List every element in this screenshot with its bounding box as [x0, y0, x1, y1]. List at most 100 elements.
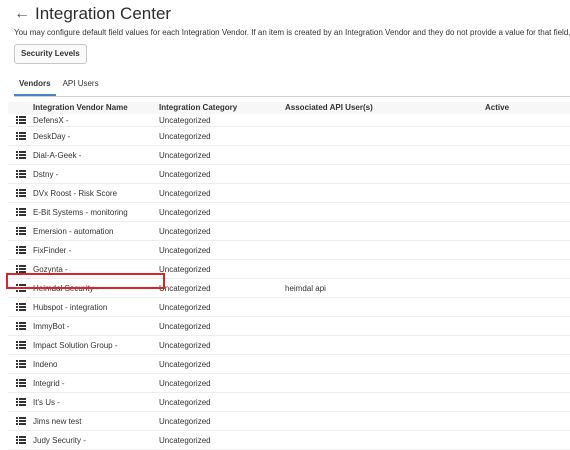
back-arrow-icon[interactable]: ←: [14, 3, 32, 25]
category-cell: Uncategorized: [159, 435, 211, 445]
tab-vendors[interactable]: Vendors: [14, 76, 56, 96]
table-row[interactable]: Emersion - automation Uncategorized: [8, 222, 570, 241]
row-icon-cell[interactable]: [8, 227, 33, 235]
table-row[interactable]: Judy Security - Uncategorized: [8, 431, 570, 450]
vendor-name-cell: Jims new test: [33, 416, 82, 426]
vendor-name-cell: FixFinder -: [33, 245, 72, 255]
table-row[interactable]: Hubspot - integration Uncategorized: [8, 298, 570, 317]
vendor-name-cell: DVx Roost - Risk Score: [33, 188, 118, 198]
row-icon-cell[interactable]: [8, 265, 33, 273]
security-levels-button[interactable]: Security Levels: [14, 44, 87, 64]
category-cell: Uncategorized: [159, 245, 211, 255]
row-icon-cell[interactable]: [8, 379, 33, 387]
list-icon[interactable]: [15, 151, 26, 159]
list-icon[interactable]: [15, 170, 26, 178]
category-cell: Uncategorized: [159, 340, 211, 350]
category-cell: Uncategorized: [159, 264, 211, 274]
list-icon[interactable]: [15, 208, 26, 216]
list-icon[interactable]: [15, 360, 26, 368]
column-header-api-users[interactable]: Associated API User(s): [285, 102, 485, 114]
page-title: Integration Center: [35, 4, 172, 23]
row-icon-cell[interactable]: [8, 398, 33, 406]
api-user-cell: heimdal api: [285, 283, 326, 293]
table-row[interactable]: ImmyBot - Uncategorized: [8, 317, 570, 336]
table-row[interactable]: Gozynta - Uncategorized: [8, 260, 570, 279]
table-header: Integration Vendor Name Integration Cate…: [8, 102, 570, 114]
list-icon[interactable]: [15, 227, 26, 235]
tab-api-users[interactable]: API Users: [58, 76, 104, 95]
table-row[interactable]: It's Us - Uncategorized: [8, 393, 570, 412]
column-header-vendor-name[interactable]: Integration Vendor Name: [33, 102, 159, 114]
list-icon[interactable]: [15, 116, 26, 124]
category-cell: Uncategorized: [159, 321, 211, 331]
vendors-table: Integration Vendor Name Integration Cate…: [8, 102, 570, 450]
row-icon-cell[interactable]: [8, 436, 33, 444]
column-header-category[interactable]: Integration Category: [159, 102, 285, 114]
category-cell: Uncategorized: [159, 397, 211, 407]
category-cell: Uncategorized: [159, 226, 211, 236]
table-row[interactable]: DVx Roost - Risk Score Uncategorized: [8, 184, 570, 203]
category-cell: Uncategorized: [159, 378, 211, 388]
table-row[interactable]: DefensX - Uncategorized: [8, 114, 570, 127]
list-icon[interactable]: [15, 398, 26, 406]
vendor-name-cell: Hubspot - integration: [33, 302, 108, 312]
row-icon-cell[interactable]: [8, 151, 33, 159]
column-header-active[interactable]: Active: [485, 102, 565, 114]
table-row[interactable]: Dstny - Uncategorized: [8, 165, 570, 184]
list-icon[interactable]: [15, 189, 26, 197]
row-icon-cell[interactable]: [8, 116, 33, 124]
category-cell: Uncategorized: [159, 131, 211, 141]
vendor-name-cell: DefensX -: [33, 115, 69, 125]
table-row[interactable]: Integrid - Uncategorized: [8, 374, 570, 393]
vendor-name-cell: Heimdal Security -: [33, 283, 99, 293]
list-icon[interactable]: [15, 379, 26, 387]
row-icon-cell[interactable]: [8, 322, 33, 330]
list-icon[interactable]: [15, 265, 26, 273]
table-row[interactable]: Heimdal Security - Uncategorized heimdal a…: [8, 279, 570, 298]
category-cell: Uncategorized: [159, 359, 211, 369]
vendor-name-cell: Integrid -: [33, 378, 65, 388]
row-icon-cell[interactable]: [8, 132, 33, 140]
page-header: ← Integration Center: [14, 3, 171, 25]
list-icon[interactable]: [15, 322, 26, 330]
table-row[interactable]: Dial-A-Geek - Uncategorized: [8, 146, 570, 165]
list-icon[interactable]: [15, 132, 26, 140]
table-row[interactable]: Indeno Uncategorized: [8, 355, 570, 374]
row-icon-cell[interactable]: [8, 417, 33, 425]
vendor-name-cell: Dstny -: [33, 169, 59, 179]
table-row[interactable]: FixFinder - Uncategorized: [8, 241, 570, 260]
list-icon[interactable]: [15, 341, 26, 349]
row-icon-cell[interactable]: [8, 284, 33, 292]
row-icon-cell[interactable]: [8, 303, 33, 311]
list-icon[interactable]: [15, 303, 26, 311]
list-icon[interactable]: [15, 246, 26, 254]
table-row[interactable]: E-Bit Systems - monitoring Uncategorized: [8, 203, 570, 222]
row-icon-cell[interactable]: [8, 189, 33, 197]
tab-bar: Vendors API Users: [14, 76, 570, 97]
vendor-name-cell: DeskDay -: [33, 131, 71, 141]
vendor-name-cell: Emersion - automation: [33, 226, 114, 236]
category-cell: Uncategorized: [159, 188, 211, 198]
table-row[interactable]: Jims new test Uncategorized: [8, 412, 570, 431]
table-row[interactable]: Impact Solution Group - Uncategorized: [8, 336, 570, 355]
page-description: You may configure default field values f…: [14, 28, 570, 37]
category-cell: Uncategorized: [159, 207, 211, 217]
category-cell: Uncategorized: [159, 115, 211, 125]
list-icon[interactable]: [15, 417, 26, 425]
row-icon-cell[interactable]: [8, 170, 33, 178]
row-icon-cell[interactable]: [8, 208, 33, 216]
vendor-name-cell: Impact Solution Group -: [33, 340, 118, 350]
header-spacer: [8, 102, 33, 114]
vendor-name-cell: E-Bit Systems - monitoring: [33, 207, 128, 217]
category-cell: Uncategorized: [159, 283, 211, 293]
vendor-name-cell: ImmyBot -: [33, 321, 70, 331]
category-cell: Uncategorized: [159, 150, 211, 160]
row-icon-cell[interactable]: [8, 341, 33, 349]
list-icon[interactable]: [15, 284, 26, 292]
list-icon[interactable]: [15, 436, 26, 444]
row-icon-cell[interactable]: [8, 360, 33, 368]
table-row[interactable]: DeskDay - Uncategorized: [8, 127, 570, 146]
row-icon-cell[interactable]: [8, 246, 33, 254]
category-cell: Uncategorized: [159, 302, 211, 312]
category-cell: Uncategorized: [159, 169, 211, 179]
